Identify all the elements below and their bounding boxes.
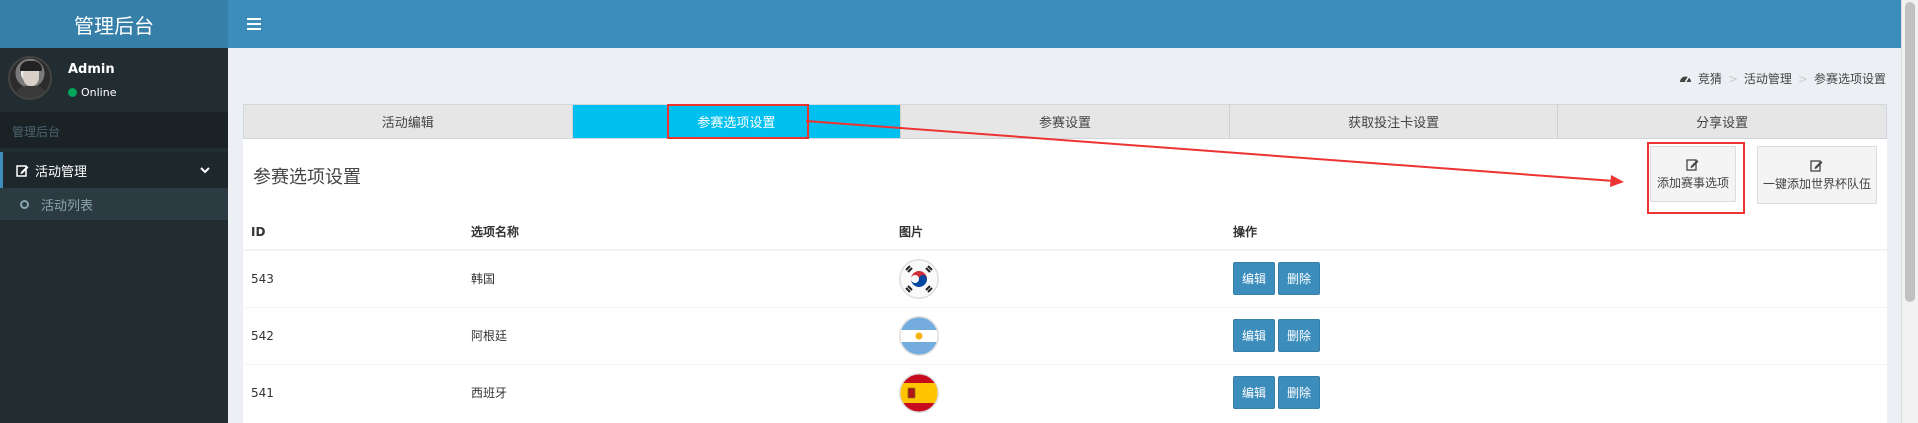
sidebar-header: 管理后台 [0, 112, 228, 148]
column-header: ID [243, 214, 463, 251]
page-title: 参赛选项设置 [253, 167, 361, 188]
add-option-label: 添加赛事选项 [1656, 175, 1729, 190]
options-table: ID 选项名称 图片 操作 543 韩国 编辑 删除 542 阿根廷 编辑 删除… [243, 214, 1887, 421]
delete-button[interactable]: 删除 [1278, 262, 1321, 296]
tab-participation-settings[interactable]: 参赛设置 [901, 105, 1230, 138]
cell-id: 541 [243, 363, 463, 421]
menu-toggle-icon[interactable] [242, 12, 266, 36]
tab-bet-card-settings[interactable]: 获取投注卡设置 [1229, 105, 1559, 138]
online-dot-icon [68, 88, 77, 97]
argentina-flag-icon [899, 316, 939, 356]
chevron-down-icon [198, 163, 212, 177]
tab-option-settings[interactable]: 参赛选项设置 [572, 105, 902, 138]
circle-icon [20, 199, 29, 209]
sidebar: Admin Online 管理后台 活动管理 活动列表 [0, 48, 228, 423]
delete-button[interactable]: 删除 [1278, 319, 1321, 352]
sidebar-item-activity-list[interactable]: 活动列表 [0, 188, 228, 220]
edit-button[interactable]: 编辑 [1233, 319, 1276, 352]
scrollbar-thumb[interactable] [1905, 2, 1915, 302]
tab-bar: 活动编辑 参赛选项设置 参赛设置 获取投注卡设置 分享设置 [243, 104, 1887, 139]
cell-id: 542 [243, 306, 463, 364]
korea-flag-icon [899, 259, 939, 299]
table-row: 541 西班牙 编辑 删除 [243, 363, 1887, 421]
edit-icon [1810, 159, 1824, 172]
edit-button[interactable]: 编辑 [1233, 376, 1276, 410]
avatar [8, 56, 52, 100]
app-title: 管理后台 [74, 13, 154, 38]
add-world-cup-teams-button[interactable]: 一键添加世界杯队伍 [1757, 146, 1877, 204]
user-panel: Admin Online [0, 48, 228, 112]
dashboard-icon [1679, 72, 1692, 85]
spain-flag-icon [899, 373, 939, 413]
tab-share-settings[interactable]: 分享设置 [1558, 105, 1886, 138]
user-name: Admin [68, 62, 115, 77]
table-row: 542 阿根廷 编辑 删除 [243, 306, 1887, 364]
edit-icon [1686, 158, 1700, 171]
content-box: 参赛选项设置 添加赛事选项 一键添加世界杯队伍 ID 选项名称 图片 操作 54… [243, 139, 1887, 423]
breadcrumb: 竞猜 > 活动管理 > 参赛选项设置 [1679, 70, 1886, 87]
app-logo[interactable]: 管理后台 [0, 0, 228, 48]
cell-name: 西班牙 [463, 363, 891, 421]
sidebar-item-label: 活动管理 [35, 164, 88, 180]
vertical-scrollbar[interactable] [1901, 0, 1918, 423]
edit-button[interactable]: 编辑 [1233, 262, 1276, 296]
breadcrumb-item[interactable]: 活动管理 [1744, 70, 1792, 87]
edit-icon [15, 163, 29, 177]
cell-name: 阿根廷 [463, 306, 891, 364]
breadcrumb-item-current: 参赛选项设置 [1813, 72, 1886, 86]
sidebar-item-activity-management[interactable]: 活动管理 [0, 152, 228, 188]
column-header: 选项名称 [463, 214, 891, 251]
top-navbar [228, 0, 1901, 48]
column-header: 图片 [891, 214, 1225, 251]
add-option-button[interactable]: 添加赛事选项 [1650, 146, 1736, 202]
sidebar-subitem-label: 活动列表 [41, 198, 94, 214]
cell-name: 韩国 [463, 249, 891, 307]
tab-activity-edit[interactable]: 活动编辑 [244, 105, 573, 138]
column-header: 操作 [1225, 214, 1887, 251]
delete-button[interactable]: 删除 [1278, 376, 1321, 410]
breadcrumb-item[interactable]: 竞猜 [1698, 70, 1722, 87]
cell-id: 543 [243, 249, 463, 307]
add-world-cup-teams-label: 一键添加世界杯队伍 [1762, 176, 1871, 191]
table-row: 543 韩国 编辑 删除 [243, 249, 1887, 307]
user-status: Online [68, 86, 116, 99]
user-status-label: Online [81, 86, 117, 99]
